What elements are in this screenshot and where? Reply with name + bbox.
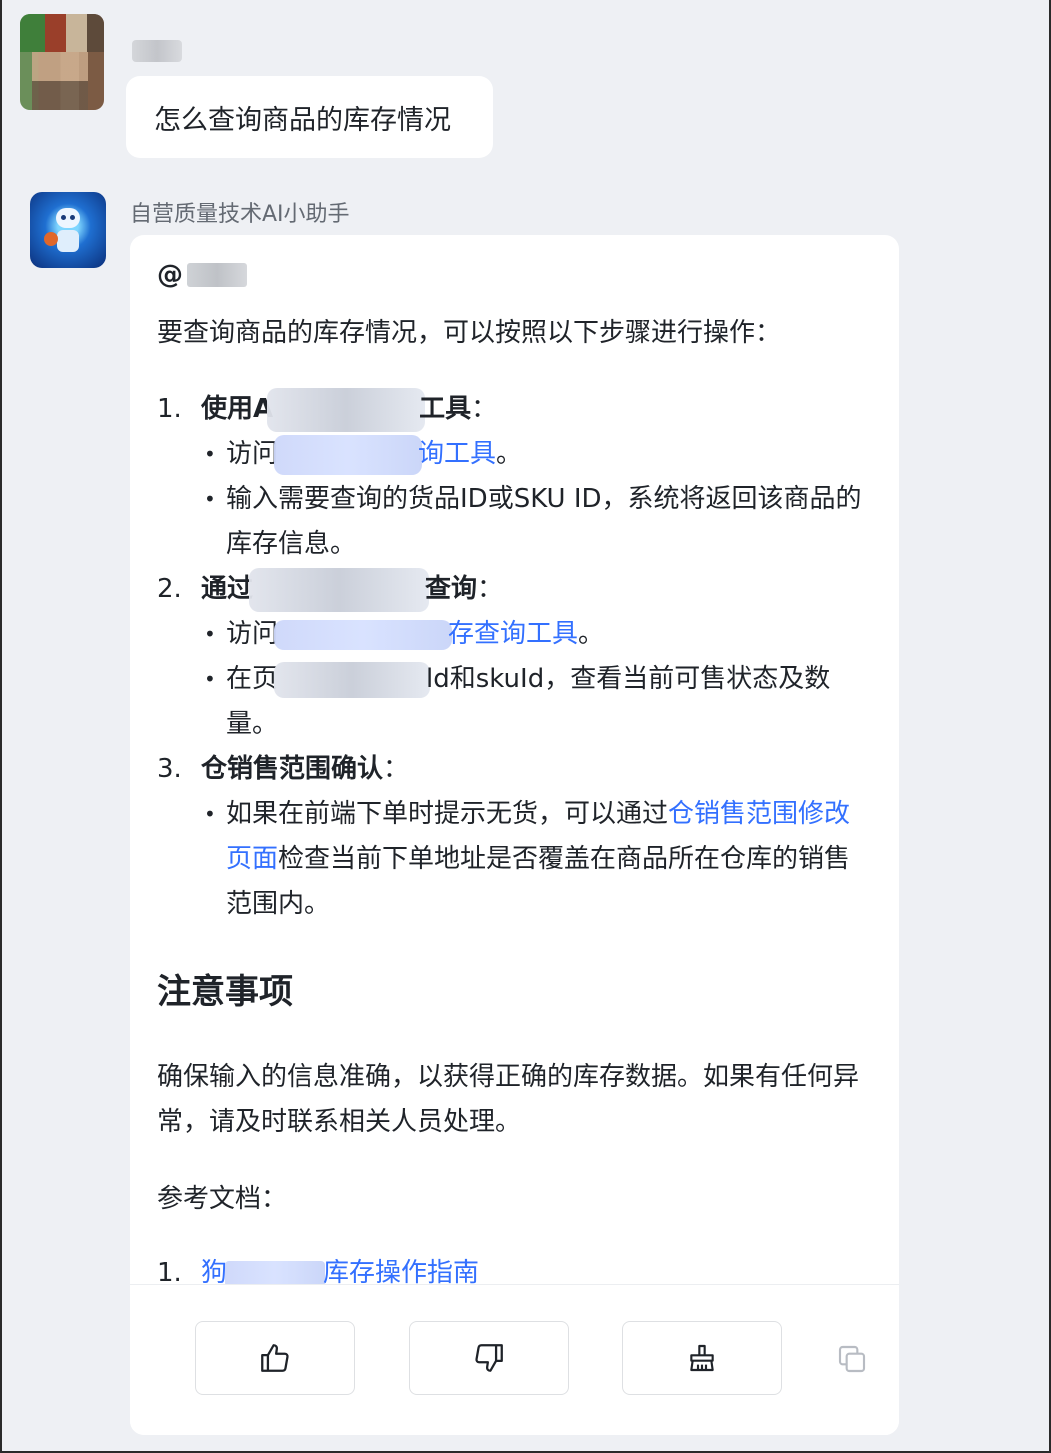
notice-heading: 注意事项: [157, 972, 293, 1012]
substep: 访问询工具。: [201, 432, 873, 477]
thumbs-up-button[interactable]: [195, 1321, 355, 1395]
bot-answer-card: @ 要查询商品的库存情况，可以按照以下步骤进行操作： 1. 使用A工具： 访问询…: [130, 235, 899, 1435]
robot-head-icon: [56, 208, 80, 228]
inventory-query-tool-link[interactable]: 询工具: [418, 439, 496, 469]
user-message-text: 怎么查询商品的库存情况: [154, 104, 451, 136]
redacted-text: [274, 661, 431, 698]
redacted-text: [249, 567, 430, 612]
step-substeps: 访问存查询工具。 在页ld和skuId，查看当前可售状态及数量。: [201, 612, 873, 747]
redacted-link: [274, 619, 453, 650]
redacted-text: [267, 387, 426, 432]
mention: @: [157, 257, 873, 293]
copy-icon[interactable]: [836, 1343, 868, 1375]
substep: 访问存查询工具。: [201, 612, 873, 657]
clear-icon: [690, 1344, 714, 1372]
reference-title: 参考文档：: [157, 1184, 288, 1214]
basketball-icon: [44, 232, 58, 246]
thumbs-up-icon: [261, 1344, 289, 1372]
substep: 输入需要查询的货品ID或SKU ID，系统将返回该商品的库存信息。: [201, 477, 873, 567]
redacted-link: [274, 434, 423, 475]
answer-footer: [130, 1284, 899, 1435]
step-item: 3. 仓销售范围确认： 如果在前端下单时提示无货，可以通过仓销售范围修改页面检查…: [157, 747, 873, 927]
notice-text: 确保输入的信息准确，以获得正确的库存数据。如果有任何异常，请及时联系相关人员处理…: [157, 1062, 860, 1137]
steps-list: 1. 使用A工具： 访问询工具。 输入需要查询的货品ID或SKU ID，系统将返…: [157, 387, 873, 927]
thumbs-down-icon: [475, 1344, 503, 1372]
bot-avatar[interactable]: [30, 192, 106, 268]
answer-intro: 要查询商品的库存情况，可以按照以下步骤进行操作：: [157, 318, 782, 348]
user-avatar[interactable]: [20, 14, 104, 110]
user-name: [132, 40, 182, 62]
user-message-bubble: 怎么查询商品的库存情况: [126, 76, 493, 158]
clear-context-button[interactable]: [622, 1321, 782, 1395]
redacted-link: [225, 1260, 326, 1287]
bot-name: 自营质量技术AI小助手: [130, 202, 350, 227]
step-item: 2. 通过查询： 访问存查询工具。 在页ld和skuId，查看当前可售状态及数量…: [157, 567, 873, 747]
step-title: 通过 查询: [201, 567, 477, 612]
step-title: 使用A 工具: [201, 387, 471, 432]
substep: 在页ld和skuId，查看当前可售状态及数量。: [201, 657, 873, 747]
step-item: 1. 使用A工具： 访问询工具。 输入需要查询的货品ID或SKU ID，系统将返…: [157, 387, 873, 567]
stock-query-tool-link[interactable]: 存查询工具: [448, 619, 578, 649]
step-substeps: 访问询工具。 输入需要查询的货品ID或SKU ID，系统将返回该商品的库存信息。: [201, 432, 873, 567]
step-substeps: 如果在前端下单时提示无货，可以通过仓销售范围修改页面检查当前下单地址是否覆盖在商…: [201, 792, 873, 927]
thumbs-down-button[interactable]: [409, 1321, 569, 1395]
substep: 如果在前端下单时提示无货，可以通过仓销售范围修改页面检查当前下单地址是否覆盖在商…: [201, 792, 873, 927]
redacted-username: [187, 263, 247, 287]
step-title: 仓销售范围确认: [201, 754, 384, 784]
